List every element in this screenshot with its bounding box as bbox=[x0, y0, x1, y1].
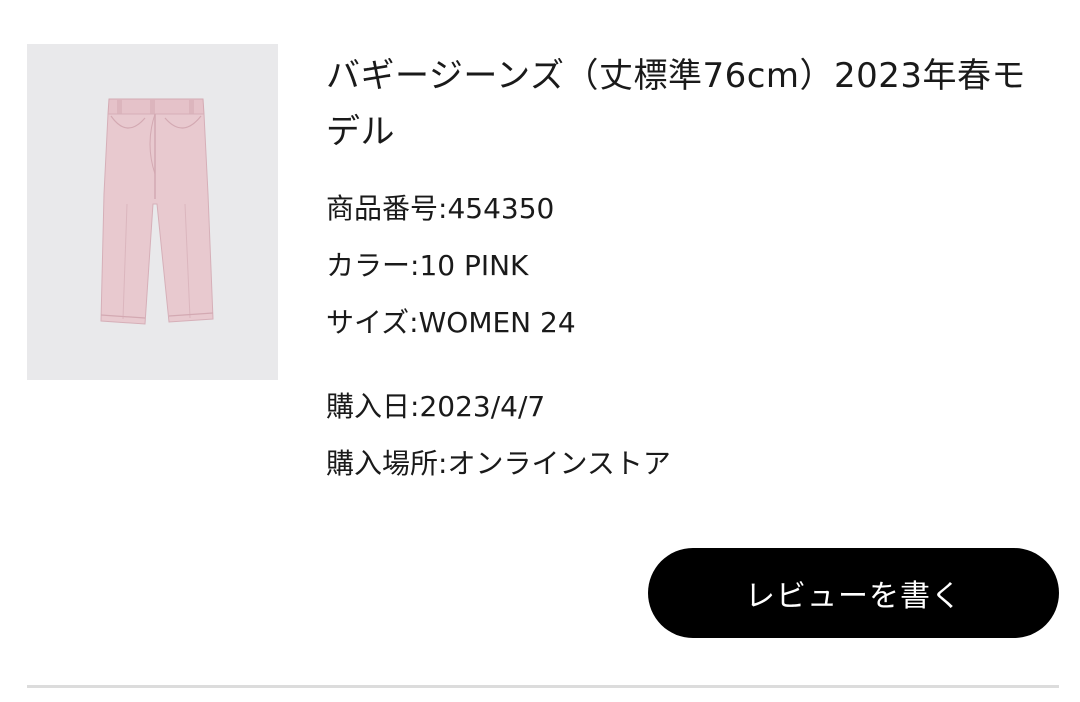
write-review-button[interactable]: レビューを書く bbox=[648, 548, 1059, 638]
item-number-label: 商品番号: bbox=[326, 192, 448, 225]
purchase-place-label: 購入場所: bbox=[326, 447, 448, 480]
product-details: 商品番号: 454350 カラー: 10 PINK サイズ: WOMEN 24 … bbox=[326, 180, 1056, 492]
item-number-row: 商品番号: 454350 bbox=[326, 180, 1056, 237]
pink-baggy-jeans-image bbox=[100, 98, 214, 325]
product-info: バギージーンズ（丈標準76cm）2023年春モデル 商品番号: 454350 カ… bbox=[326, 48, 1056, 492]
size-label: サイズ: bbox=[326, 306, 419, 339]
color-row: カラー: 10 PINK bbox=[326, 237, 1056, 294]
product-image[interactable] bbox=[27, 44, 278, 380]
color-value: 10 PINK bbox=[419, 249, 529, 282]
purchase-place-row: 購入場所: オンラインストア bbox=[326, 435, 1056, 492]
purchase-date-label: 購入日: bbox=[326, 390, 420, 423]
purchase-date-row: 購入日: 2023/4/7 bbox=[326, 378, 1056, 435]
item-number-value: 454350 bbox=[447, 192, 555, 225]
size-row: サイズ: WOMEN 24 bbox=[326, 294, 1056, 351]
size-value: WOMEN 24 bbox=[418, 306, 576, 339]
purchase-date-value: 2023/4/7 bbox=[419, 390, 546, 423]
purchase-place-value: オンラインストア bbox=[447, 447, 671, 480]
product-title[interactable]: バギージーンズ（丈標準76cm）2023年春モデル bbox=[326, 48, 1056, 160]
divider bbox=[27, 685, 1059, 688]
color-label: カラー: bbox=[326, 249, 420, 282]
